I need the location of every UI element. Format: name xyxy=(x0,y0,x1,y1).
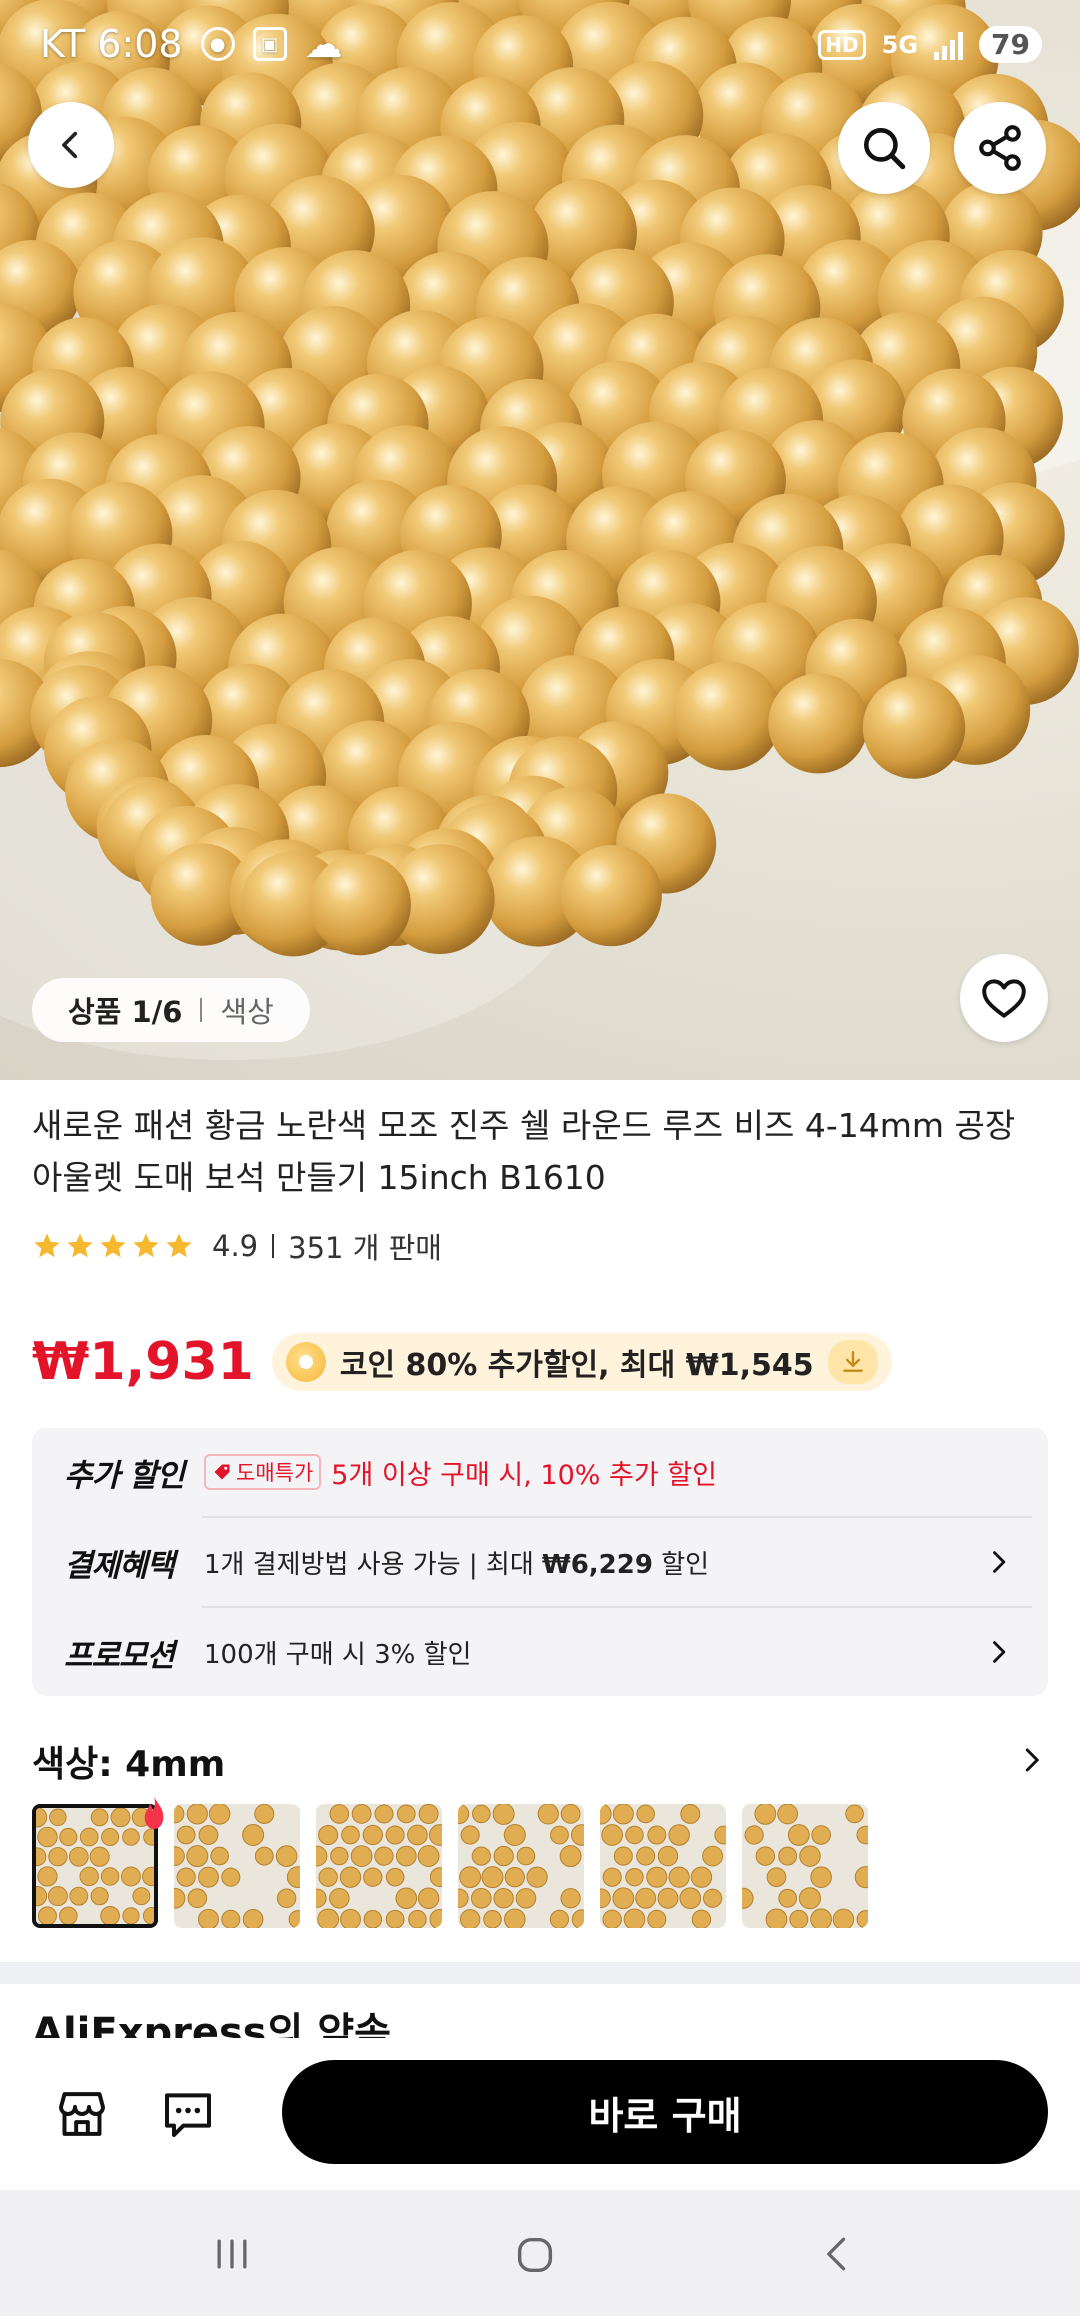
star-icon xyxy=(133,1233,159,1258)
search-icon xyxy=(864,128,906,170)
wishlist-button[interactable] xyxy=(960,954,1048,1042)
promotion-label: 프로모션 xyxy=(64,1637,175,1674)
payment-suffix: 할인 xyxy=(652,1549,710,1580)
variant-image xyxy=(458,1804,584,1928)
star-icon xyxy=(67,1233,93,1258)
hd-voice-icon: HD xyxy=(818,29,866,60)
wholesale-tag: 도매특가 xyxy=(204,1454,322,1490)
coin-discount-text: 코인 80% 추가할인, 최대 ₩1,545 xyxy=(339,1348,814,1383)
search-button[interactable] xyxy=(838,102,930,194)
back-button[interactable] xyxy=(28,102,114,188)
heart-icon xyxy=(982,979,1026,1018)
wholesale-tag-label: 도매특가 xyxy=(236,1461,314,1485)
payment-desc: 개 결제방법 사용 가능 | 최대 xyxy=(220,1549,543,1580)
buy-now-button[interactable]: 바로 구매 xyxy=(282,2060,1048,2164)
variant-image xyxy=(742,1804,868,1928)
chat-icon[interactable] xyxy=(160,2086,216,2142)
benefits-panel: 추가 할인 도매특가 5개 이상 구매 시, 10% 추가 할인 결제혜택 1개… xyxy=(32,1428,1048,1696)
sold-count: 351 개 판매 xyxy=(288,1231,442,1265)
share-button[interactable] xyxy=(954,102,1046,194)
status-bar: KT 6:08 ● ▣ ☁ HD 5G 79 xyxy=(0,0,1080,90)
signal-icon xyxy=(934,30,964,60)
payment-count: 1 xyxy=(204,1549,221,1580)
fire-icon xyxy=(144,1795,164,1829)
price-row: ₩1,931 코인 80% 추가할인, 최대 ₩1,545 xyxy=(32,1332,892,1392)
variant-image xyxy=(600,1804,726,1928)
recent-apps-icon[interactable] xyxy=(210,2232,254,2276)
download-icon xyxy=(842,1351,863,1372)
variant-image xyxy=(174,1804,300,1928)
notification-icon: ● xyxy=(200,27,235,61)
variant-image xyxy=(36,1808,154,1924)
price: ₩1,931 xyxy=(32,1332,254,1392)
extra-discount-row: 추가 할인 도매특가 5개 이상 구매 시, 10% 추가 할인 xyxy=(32,1428,1048,1516)
payment-benefit-label: 결제혜택 xyxy=(64,1547,175,1584)
rating-row[interactable]: 4.9 351 개 판매 xyxy=(32,1225,442,1267)
color-gallery-link[interactable]: 색상 xyxy=(220,989,273,1031)
home-icon[interactable] xyxy=(512,2232,558,2278)
share-icon xyxy=(979,125,1021,171)
payment-max-amount: ₩6,229 xyxy=(542,1549,653,1580)
system-navigation-bar xyxy=(0,2190,1080,2316)
cloud-icon: ☁ xyxy=(304,22,343,66)
divider xyxy=(200,998,203,1022)
divider xyxy=(272,1234,275,1258)
star-icon xyxy=(34,1233,60,1258)
promotion-text: 100개 구매 시 3% 할인 xyxy=(204,1639,472,1670)
extra-discount-label: 추가 할인 xyxy=(64,1457,185,1494)
variant-thumbnail[interactable] xyxy=(316,1804,442,1928)
chevron-right-icon[interactable] xyxy=(1016,1745,1046,1775)
download-coupon-button[interactable] xyxy=(827,1340,878,1384)
variant-thumbnail[interactable] xyxy=(174,1804,300,1928)
variant-thumbnail[interactable] xyxy=(600,1804,726,1928)
store-icon[interactable] xyxy=(54,2086,110,2142)
rating-value: 4.9 xyxy=(212,1229,259,1263)
star-icon xyxy=(100,1233,126,1258)
variant-label: 색상: 4mm xyxy=(32,1744,226,1785)
back-nav-icon[interactable] xyxy=(816,2232,860,2276)
image-counter: 상품 1/6 xyxy=(68,995,183,1029)
carrier-time: KT 6:08 xyxy=(40,22,183,66)
payment-benefit-text: 1개 결제방법 사용 가능 | 최대 ₩6,229 할인 xyxy=(204,1544,709,1581)
promotion-row[interactable]: 프로모션 100개 구매 시 3% 할인 xyxy=(32,1608,1048,1696)
chevron-left-icon xyxy=(62,131,78,159)
price-tag-icon xyxy=(214,1464,230,1480)
chevron-right-icon xyxy=(993,1641,1006,1663)
coin-icon xyxy=(285,1342,326,1382)
product-title: 새로운 패션 황금 노란색 모조 진주 쉘 라운드 루즈 비즈 4-14mm 공… xyxy=(32,1106,1016,1197)
bottom-action-bar: 바로 구매 xyxy=(0,2038,1080,2190)
aliexpress-promise-title: AliExpress의 약속 xyxy=(32,2010,391,2038)
rating-stars xyxy=(32,1231,194,1261)
chevron-right-icon xyxy=(993,1551,1006,1573)
variant-image xyxy=(316,1804,442,1928)
screenshot-icon: ▣ xyxy=(252,27,287,61)
gallery-counter[interactable]: 상품 1/6 색상 xyxy=(32,978,310,1042)
battery-indicator: 79 xyxy=(979,26,1042,63)
variant-thumbnail[interactable] xyxy=(742,1804,868,1928)
extra-discount-text: 5개 이상 구매 시, 10% 추가 할인 xyxy=(331,1459,717,1491)
payment-benefit-row[interactable]: 결제혜택 1개 결제방법 사용 가능 | 최대 ₩6,229 할인 xyxy=(32,1518,1048,1606)
network-type: 5G xyxy=(881,30,919,59)
star-icon xyxy=(166,1233,192,1258)
coin-discount-banner[interactable]: 코인 80% 추가할인, 최대 ₩1,545 xyxy=(271,1333,892,1391)
section-separator xyxy=(0,1962,1080,1984)
variant-thumbnail[interactable] xyxy=(458,1804,584,1928)
